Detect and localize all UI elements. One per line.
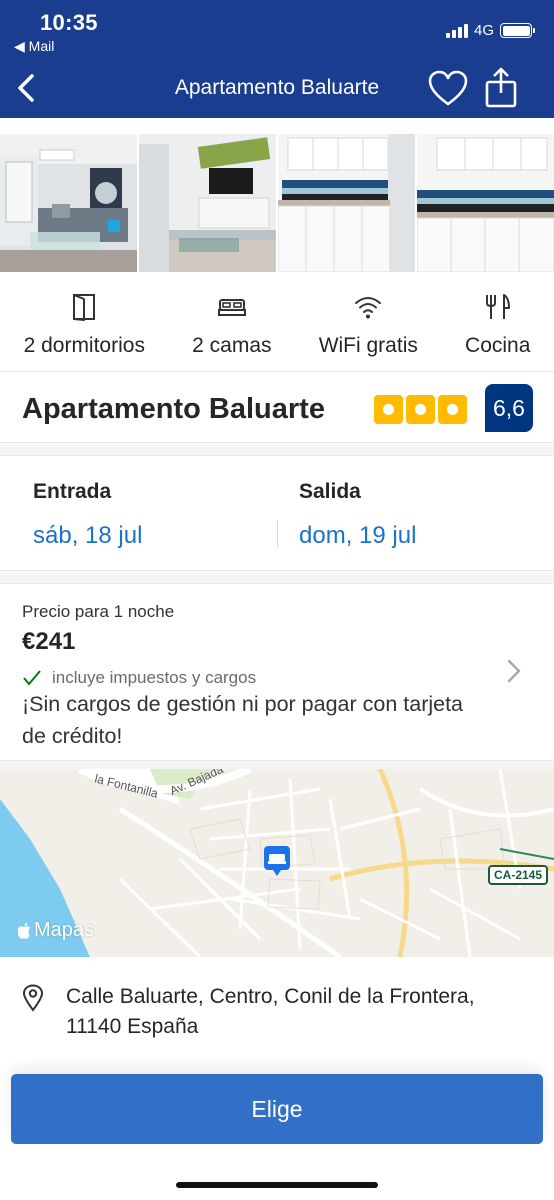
section-gap	[0, 444, 554, 455]
status-back-to-mail[interactable]: ◀ Mail	[14, 38, 54, 55]
status-time: 10:35	[40, 10, 98, 35]
facility-label: WiFi gratis	[318, 334, 418, 357]
hotel-name: Apartamento Baluarte	[22, 393, 325, 425]
maps-logo: Mapas	[18, 919, 94, 942]
facility-label: 2 dormitorios	[23, 334, 145, 357]
signal-icon	[445, 23, 468, 38]
kitchen-photo[interactable]	[278, 134, 415, 272]
facility-bedrooms: 2 dormitorios	[24, 282, 145, 371]
maps-logo-text: Mapas	[34, 919, 95, 941]
status-indicators: 4G	[445, 22, 535, 39]
nav-title: Apartamento Baluarte	[174, 76, 380, 99]
checkin-date[interactable]: sáb, 18 jul	[33, 522, 142, 550]
heart-icon[interactable]	[428, 70, 468, 108]
road-badge: CA-2145	[488, 865, 549, 885]
star-icon	[438, 395, 467, 424]
tv-room-photo[interactable]	[139, 134, 276, 272]
dates-section[interactable]: Entrada sáb, 18 jul Salida dom, 19 jul	[0, 455, 554, 571]
location-map[interactable]: Av. Bajada la Fontanilla CA-2145 Mapas	[0, 769, 554, 957]
price-value: €241	[22, 628, 76, 655]
price-label: Precio para 1 noche	[22, 602, 175, 621]
app-header: 10:35 ◀ Mail 4G Apartamento Baluarte	[0, 0, 554, 118]
chevron-right-icon[interactable]	[506, 658, 522, 684]
star-rating	[374, 395, 467, 424]
facility-kitchen: Cocina	[465, 282, 530, 371]
fee-note: ¡Sin cargos de gestión ni por pagar con …	[22, 692, 464, 748]
facility-beds: 2 camas	[192, 282, 272, 371]
star-icon	[406, 395, 435, 424]
living-room-photo[interactable]	[0, 134, 137, 272]
door-icon	[73, 294, 96, 321]
checkin-label: Entrada	[33, 480, 112, 503]
hotel-header: Apartamento Baluarte 6,6	[0, 373, 554, 443]
share-icon[interactable]	[484, 66, 518, 108]
network-label: 4G	[473, 22, 494, 39]
facility-label: Cocina	[465, 334, 531, 357]
checkin-block[interactable]: Entrada sáb, 18 jul	[33, 480, 142, 550]
location-pin-icon	[22, 984, 44, 1012]
battery-icon	[500, 23, 535, 38]
facility-label: 2 camas	[192, 334, 272, 357]
select-button[interactable]: Elige	[11, 1074, 543, 1144]
cutlery-icon	[485, 294, 510, 319]
checkout-date[interactable]: dom, 19 jul	[299, 522, 416, 550]
checkout-block[interactable]: Salida dom, 19 jul	[299, 480, 416, 550]
photo-gallery[interactable]	[0, 134, 554, 272]
price-section[interactable]: Precio para 1 noche €241 incluye impuest…	[0, 583, 554, 761]
home-indicator[interactable]	[176, 1182, 378, 1188]
address-text: Calle Baluarte, Centro, Conil de la Fron…	[66, 985, 475, 1038]
section-gap	[0, 761, 554, 769]
tax-note-row: incluye impuestos y cargos	[22, 668, 256, 688]
apple-icon	[18, 922, 31, 939]
bed-icon	[217, 299, 246, 316]
kitchen-detail-photo[interactable]	[417, 134, 554, 272]
date-divider	[277, 520, 278, 548]
tax-note: incluye impuestos y cargos	[52, 668, 257, 687]
star-icon	[374, 395, 403, 424]
section-gap	[0, 572, 554, 583]
checkmark-icon	[23, 670, 41, 686]
wifi-icon	[355, 297, 382, 319]
facilities-row: 2 dormitorios 2 camas WiFi gratis Cocina	[0, 282, 554, 372]
review-score-badge[interactable]: 6,6	[485, 384, 533, 432]
checkout-label: Salida	[299, 480, 361, 503]
facility-wifi: WiFi gratis	[319, 282, 418, 371]
address-row[interactable]: Calle Baluarte, Centro, Conil de la Fron…	[0, 970, 554, 1062]
